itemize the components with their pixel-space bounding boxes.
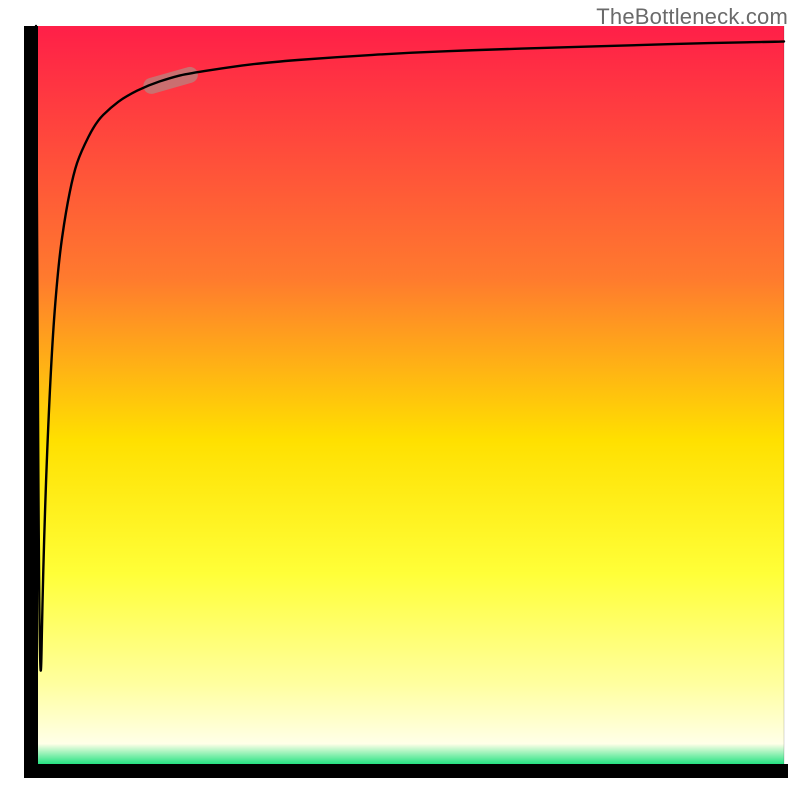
watermark-label: TheBottleneck.com [596,4,788,30]
chart-stage: TheBottleneck.com [0,0,800,800]
axis-bottom [24,764,788,778]
chart-svg [0,0,800,800]
plot-background [36,26,784,766]
